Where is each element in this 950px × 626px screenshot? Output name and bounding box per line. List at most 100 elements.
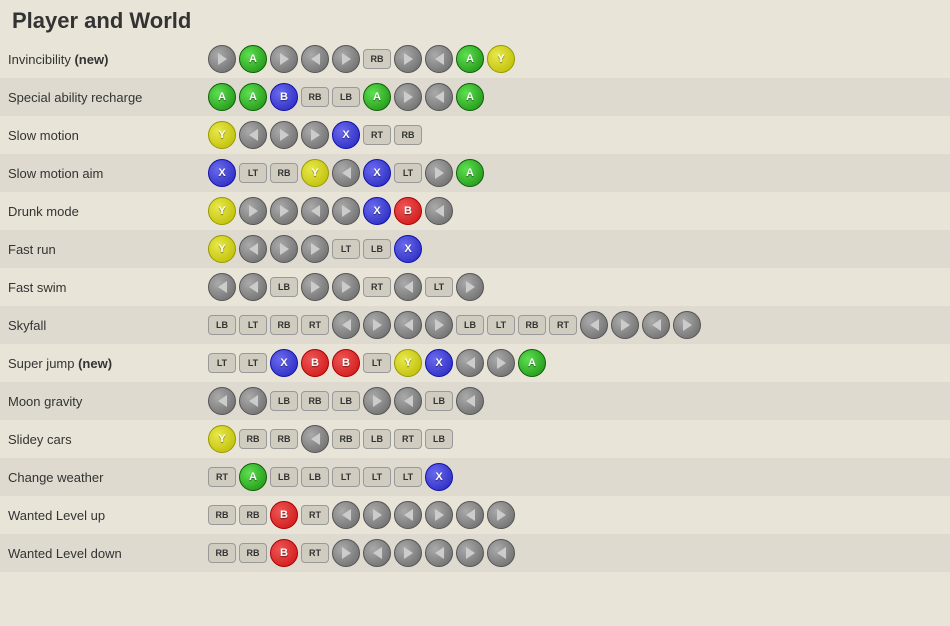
table-row: SkyfallLBLTRBRTLBLTRBRT — [0, 306, 950, 344]
pill-button-lt: LT — [425, 277, 453, 297]
arrow-left-button — [332, 311, 360, 339]
arrow-left-button — [394, 311, 422, 339]
letter-button-a-green: A — [363, 83, 391, 111]
table-row: Drunk modeYXB — [0, 192, 950, 230]
pill-button-rb: RB — [394, 125, 422, 145]
page-title: Player and World — [0, 0, 950, 40]
arrow-right-button — [332, 539, 360, 567]
pill-button-lt: LT — [332, 239, 360, 259]
table-row: Wanted Level downRBRBBRT — [0, 534, 950, 572]
pill-button-lt: LT — [208, 353, 236, 373]
arrow-right-button — [611, 311, 639, 339]
pill-button-lt: LT — [239, 315, 267, 335]
arrow-left-button — [425, 197, 453, 225]
pill-button-lb: LB — [301, 467, 329, 487]
arrow-left-button — [456, 501, 484, 529]
cheat-buttons: YXB — [200, 192, 950, 230]
table-row: Fast swimLBRTLT — [0, 268, 950, 306]
arrow-right-button — [270, 197, 298, 225]
arrow-left-button — [394, 273, 422, 301]
letter-button-x-blue: X — [425, 463, 453, 491]
pill-button-rt: RT — [301, 505, 329, 525]
pill-button-rb: RB — [332, 429, 360, 449]
table-row: Change weatherRTALBLBLTLTLTX — [0, 458, 950, 496]
pill-button-rt: RT — [363, 277, 391, 297]
pill-button-rb: RB — [270, 163, 298, 183]
table-row: Slidey carsYRBRBRBLBRTLB — [0, 420, 950, 458]
cheat-label: Slow motion aim — [0, 154, 200, 192]
table-row: Wanted Level upRBRBBRT — [0, 496, 950, 534]
cheat-buttons: AABRBLBAA — [200, 78, 950, 116]
pill-button-lb: LB — [208, 315, 236, 335]
cheat-label: Special ability recharge — [0, 78, 200, 116]
pill-button-lb: LB — [332, 87, 360, 107]
pill-button-lt: LT — [239, 353, 267, 373]
arrow-right-button — [425, 159, 453, 187]
pill-button-lt: LT — [363, 353, 391, 373]
letter-button-x-blue: X — [425, 349, 453, 377]
arrow-right-button — [456, 539, 484, 567]
pill-button-lb: LB — [363, 239, 391, 259]
arrow-right-button — [456, 273, 484, 301]
pill-button-lt: LT — [487, 315, 515, 335]
letter-button-y-yellow: Y — [208, 121, 236, 149]
letter-button-b-red: B — [332, 349, 360, 377]
arrow-right-button — [301, 273, 329, 301]
cheat-buttons: LBRTLT — [200, 268, 950, 306]
arrow-right-button — [394, 83, 422, 111]
cheat-buttons: YRBRBRBLBRTLB — [200, 420, 950, 458]
pill-button-lt: LT — [394, 467, 422, 487]
cheat-label: Super jump (new) — [0, 344, 200, 382]
letter-button-y-yellow: Y — [208, 235, 236, 263]
cheat-buttons: LBRBLBLB — [200, 382, 950, 420]
arrow-left-button — [332, 159, 360, 187]
pill-button-lb: LB — [456, 315, 484, 335]
letter-button-x-blue: X — [270, 349, 298, 377]
arrow-left-button — [301, 425, 329, 453]
letter-button-b-blue: B — [270, 83, 298, 111]
cheat-buttons: RBRBBRT — [200, 496, 950, 534]
cheat-label: Change weather — [0, 458, 200, 496]
letter-button-b-red: B — [270, 501, 298, 529]
pill-button-rb: RB — [270, 429, 298, 449]
pill-button-rt: RT — [208, 467, 236, 487]
letter-button-y-yellow: Y — [487, 45, 515, 73]
pill-button-rb: RB — [518, 315, 546, 335]
letter-button-x-blue: X — [363, 197, 391, 225]
cheat-label: Drunk mode — [0, 192, 200, 230]
letter-button-a-green: A — [239, 45, 267, 73]
letter-button-y-yellow: Y — [208, 425, 236, 453]
letter-button-a-green: A — [208, 83, 236, 111]
cheat-label: Slidey cars — [0, 420, 200, 458]
arrow-left-button — [239, 387, 267, 415]
arrow-right-button — [332, 273, 360, 301]
pill-button-rt: RT — [394, 429, 422, 449]
cheat-label: Slow motion — [0, 116, 200, 154]
pill-button-rb: RB — [239, 429, 267, 449]
pill-button-lt: LT — [363, 467, 391, 487]
arrow-right-button — [673, 311, 701, 339]
letter-button-x-blue: X — [208, 159, 236, 187]
letter-button-b-red: B — [270, 539, 298, 567]
pill-button-lb: LB — [270, 467, 298, 487]
arrow-right-button — [487, 501, 515, 529]
arrow-left-button — [456, 349, 484, 377]
arrow-left-button — [239, 121, 267, 149]
arrow-left-button — [642, 311, 670, 339]
arrow-right-button — [332, 45, 360, 73]
arrow-right-button — [425, 311, 453, 339]
cheats-table: Invincibility (new)ARBAYSpecial ability … — [0, 40, 950, 572]
arrow-left-button — [425, 539, 453, 567]
pill-button-lb: LB — [425, 391, 453, 411]
cheat-label: Moon gravity — [0, 382, 200, 420]
arrow-right-button — [332, 197, 360, 225]
letter-button-x-blue: X — [394, 235, 422, 263]
pill-button-rt: RT — [363, 125, 391, 145]
cheat-buttons: RBRBBRT — [200, 534, 950, 572]
letter-button-y-yellow: Y — [301, 159, 329, 187]
arrow-left-button — [332, 501, 360, 529]
pill-button-rt: RT — [301, 543, 329, 563]
letter-button-a-green: A — [239, 463, 267, 491]
arrow-left-button — [239, 273, 267, 301]
letter-button-a-green: A — [456, 45, 484, 73]
